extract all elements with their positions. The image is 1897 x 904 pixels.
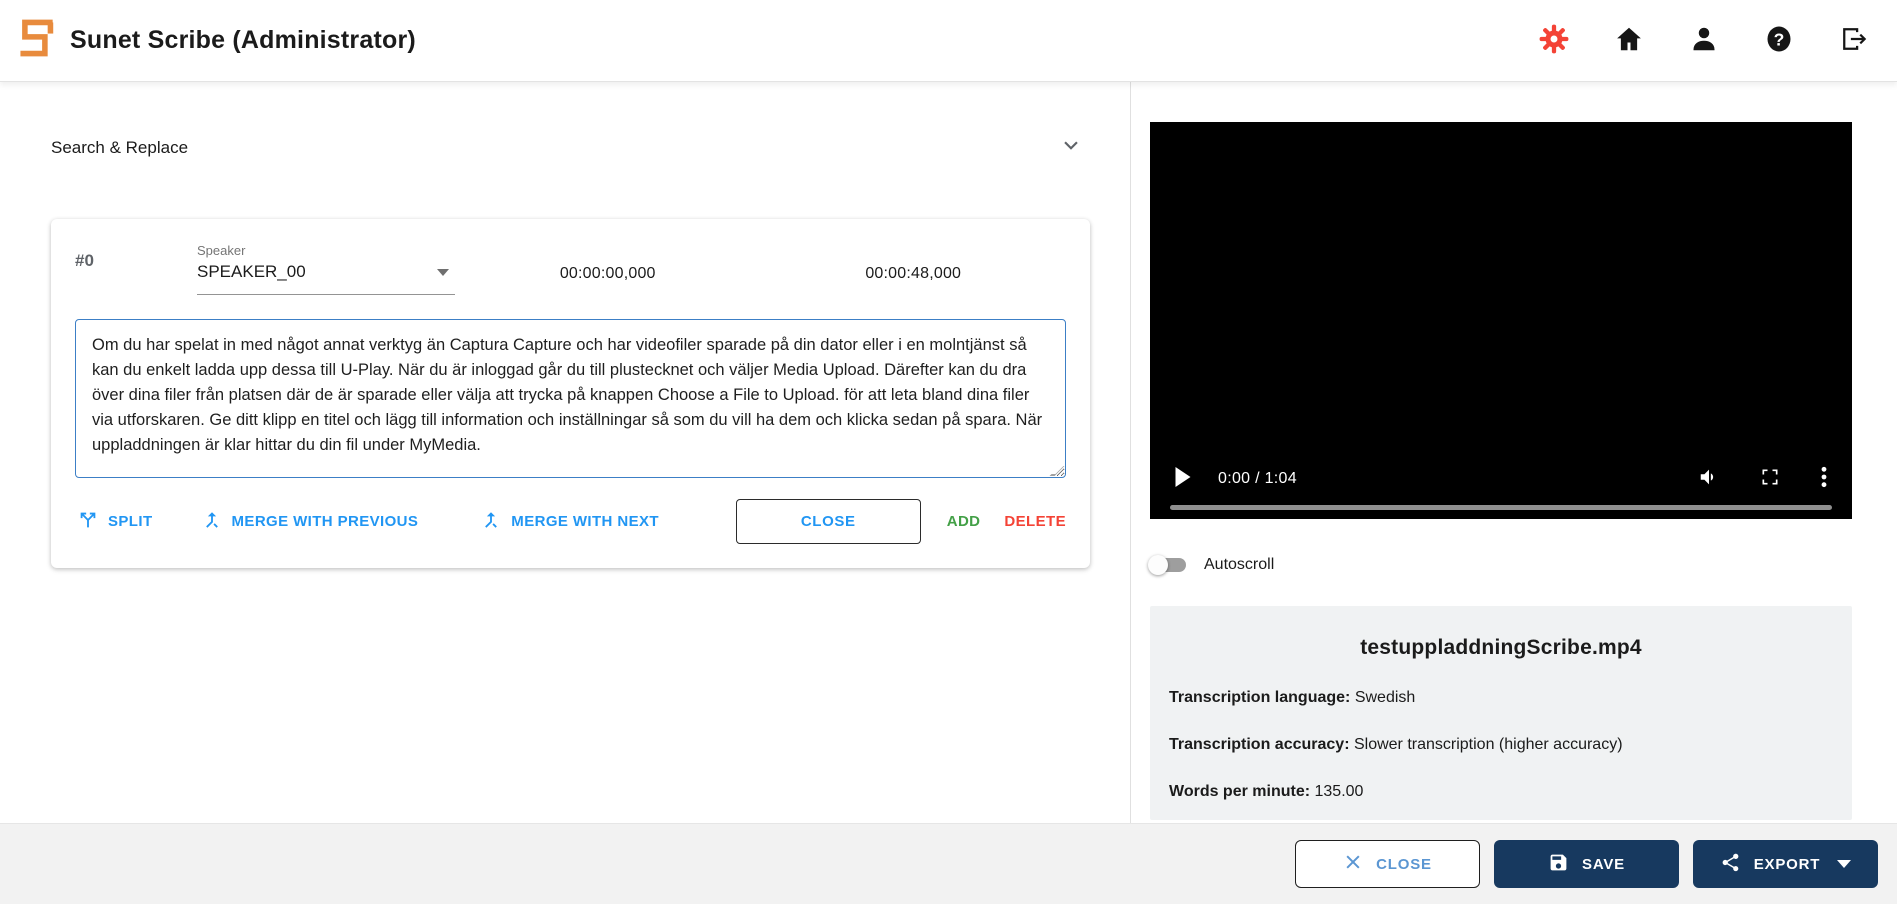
media-filename: testuppladdningScribe.mp4 — [1169, 636, 1833, 660]
call-split-icon — [77, 509, 99, 535]
segment-index: #0 — [75, 243, 197, 271]
header-actions: ? — [1537, 24, 1871, 58]
export-button[interactable]: EXPORT — [1693, 840, 1878, 888]
play-icon — [1174, 467, 1192, 490]
close-label: CLOSE — [1376, 856, 1432, 873]
merge-next-label: MERGE WITH NEXT — [511, 513, 659, 530]
save-button[interactable]: SAVE — [1494, 840, 1679, 888]
fullscreen-icon — [1760, 467, 1780, 490]
close-x-icon — [1343, 852, 1363, 876]
video-controls-right — [1698, 466, 1828, 491]
settings-button[interactable] — [1537, 24, 1571, 58]
field-value: Slower transcription (higher accuracy) — [1354, 736, 1623, 753]
logout-icon — [1839, 24, 1869, 57]
segment-start-time: 00:00:00,000 — [455, 243, 761, 283]
video-more-button[interactable] — [1820, 466, 1828, 491]
home-button[interactable] — [1612, 24, 1646, 58]
app-header: Sunet Scribe (Administrator) — [0, 0, 1897, 82]
add-segment-button[interactable]: ADD — [947, 513, 981, 530]
footer-bar: CLOSE SAVE EXPORT — [0, 823, 1897, 904]
search-replace-header[interactable]: Search & Replace — [51, 132, 1130, 163]
save-icon — [1548, 852, 1569, 877]
video-time-display: 0:00 / 1:04 — [1218, 470, 1297, 488]
field-label: Words per minute: — [1169, 783, 1310, 800]
delete-segment-button[interactable]: DELETE — [1004, 513, 1066, 530]
autoscroll-toggle[interactable] — [1150, 555, 1188, 575]
logout-button[interactable] — [1837, 24, 1871, 58]
segment-card: #0 Speaker SPEAKER_00 00:00:00,000 00:00… — [51, 219, 1090, 568]
home-icon — [1614, 24, 1644, 57]
field-value: Swedish — [1355, 689, 1415, 706]
split-button[interactable]: SPLIT — [77, 509, 153, 535]
field-label: Transcription accuracy: — [1169, 736, 1350, 753]
autoscroll-row: Autoscroll — [1150, 555, 1897, 575]
speaker-select[interactable]: Speaker SPEAKER_00 — [197, 243, 455, 295]
speaker-value: SPEAKER_00 — [197, 262, 306, 281]
field-value: 135.00 — [1315, 783, 1364, 800]
help-icon: ? — [1764, 24, 1794, 57]
segment-text-wrap: Om du har spelat in med något annat verk… — [75, 319, 1066, 483]
share-icon — [1720, 852, 1741, 877]
chevron-down-icon — [1058, 132, 1084, 163]
volume-button[interactable] — [1698, 466, 1720, 491]
segment-end-time: 00:00:48,000 — [761, 243, 1067, 283]
help-button[interactable]: ? — [1762, 24, 1796, 58]
main-content: Search & Replace #0 Speaker SPEAKER_00 0… — [0, 82, 1897, 823]
video-player[interactable]: 0:00 / 1:04 — [1150, 122, 1852, 519]
transcript-panel: Search & Replace #0 Speaker SPEAKER_00 0… — [0, 82, 1131, 823]
export-label: EXPORT — [1754, 856, 1820, 873]
search-replace-label: Search & Replace — [51, 138, 188, 158]
merge-previous-label: MERGE WITH PREVIOUS — [232, 513, 419, 530]
app-logo[interactable] — [16, 18, 70, 63]
merge-with-previous-button[interactable]: MERGE WITH PREVIOUS — [201, 509, 419, 535]
volume-icon — [1698, 466, 1720, 491]
export-caret-icon — [1837, 860, 1851, 868]
merge-with-next-button[interactable]: MERGE WITH NEXT — [480, 509, 659, 535]
app-title: Sunet Scribe (Administrator) — [70, 26, 416, 55]
segment-actions: SPLIT MERGE WITH PREVIOUS — [75, 499, 1066, 544]
profile-button[interactable] — [1687, 24, 1721, 58]
video-controls: 0:00 / 1:04 — [1150, 466, 1852, 491]
segment-header: #0 Speaker SPEAKER_00 00:00:00,000 00:00… — [75, 243, 1066, 295]
media-field-wpm: Words per minute: 135.00 — [1169, 783, 1833, 801]
segment-close-button[interactable]: CLOSE — [736, 499, 921, 544]
dropdown-arrow-icon — [437, 269, 449, 276]
gear-icon — [1538, 23, 1570, 58]
close-button[interactable]: CLOSE — [1295, 840, 1480, 888]
fullscreen-button[interactable] — [1760, 467, 1780, 490]
toggle-thumb — [1148, 555, 1168, 575]
segment-text-input[interactable]: Om du har spelat in med något annat verk… — [75, 319, 1066, 478]
autoscroll-label: Autoscroll — [1204, 556, 1274, 574]
merge-icon — [201, 509, 223, 535]
person-icon — [1689, 24, 1719, 57]
field-label: Transcription language: — [1169, 689, 1350, 706]
save-label: SAVE — [1582, 856, 1625, 873]
split-label: SPLIT — [108, 513, 153, 530]
media-panel: 0:00 / 1:04 — [1131, 82, 1897, 823]
video-progress-bar[interactable] — [1170, 505, 1832, 510]
play-button[interactable] — [1174, 467, 1192, 490]
media-field-accuracy: Transcription accuracy: Slower transcrip… — [1169, 736, 1833, 754]
media-info-card: testuppladdningScribe.mp4 Transcription … — [1150, 606, 1852, 820]
media-field-language: Transcription language: Swedish — [1169, 689, 1833, 707]
svg-text:?: ? — [1774, 29, 1785, 49]
merge-icon — [480, 509, 502, 535]
kebab-menu-icon — [1820, 466, 1828, 491]
speaker-label: Speaker — [197, 243, 455, 258]
